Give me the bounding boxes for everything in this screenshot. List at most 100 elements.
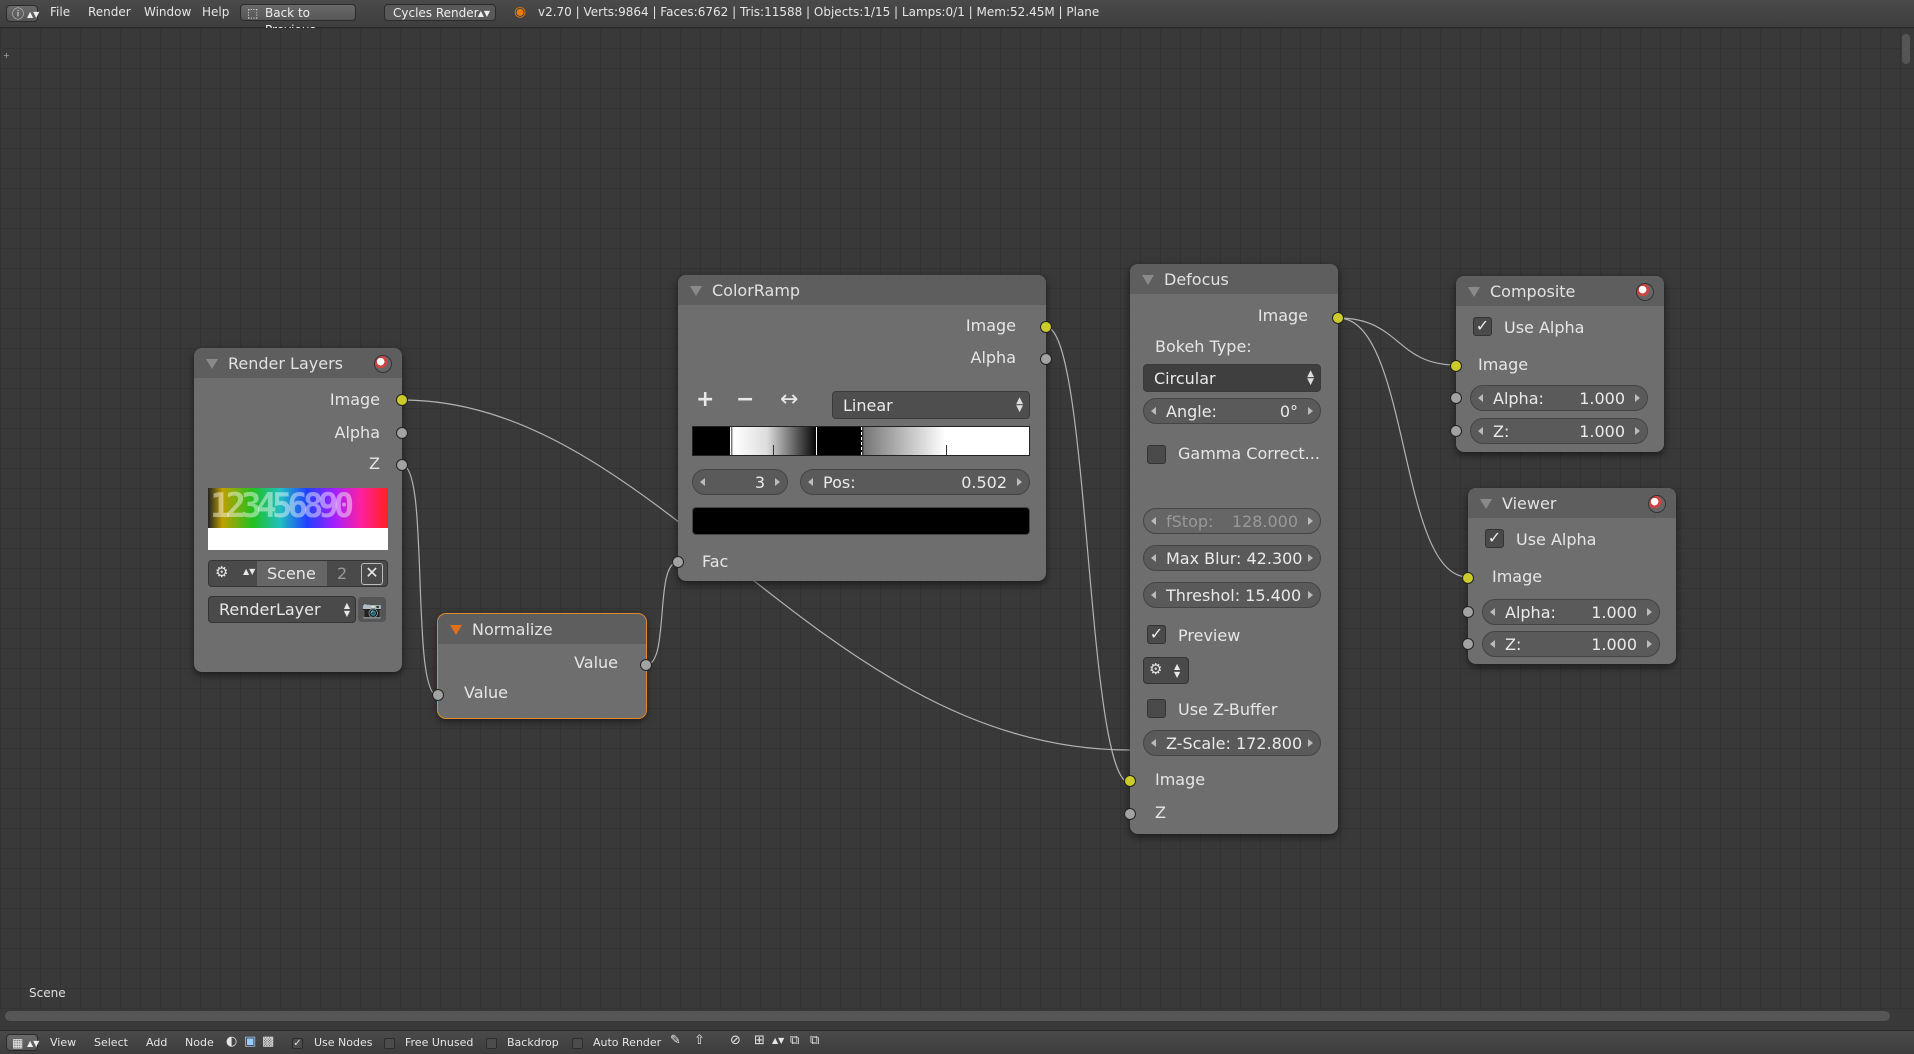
node-header[interactable]: Viewer	[1468, 488, 1676, 518]
increment-icon[interactable]	[1308, 591, 1313, 599]
go-parent-icon[interactable]: ⇧	[694, 1033, 705, 1048]
render-engine-select[interactable]: Cycles Render ▲▼	[384, 4, 496, 21]
decrement-icon[interactable]	[1490, 608, 1495, 616]
stop-color-swatch[interactable]	[692, 507, 1030, 535]
input-image-socket[interactable]	[1450, 360, 1462, 372]
output-image-socket[interactable]	[1040, 321, 1052, 333]
vertical-scrollbar[interactable]	[1902, 34, 1910, 64]
decrement-icon[interactable]	[1151, 554, 1156, 562]
use-alpha-checkbox[interactable]: ✓	[1485, 529, 1504, 548]
auto-render-checkbox[interactable]	[572, 1038, 583, 1049]
input-alpha-socket[interactable]	[1462, 606, 1474, 618]
input-image-socket[interactable]	[1124, 775, 1136, 787]
collapse-icon[interactable]	[690, 286, 702, 296]
increment-icon[interactable]	[1635, 427, 1640, 435]
decrement-icon[interactable]	[1151, 591, 1156, 599]
bokeh-type-select[interactable]: Circular ▲ ▼	[1143, 364, 1321, 392]
threshold-field[interactable]: Threshol: 15.400	[1143, 582, 1321, 608]
collapse-icon[interactable]	[1142, 275, 1154, 285]
preview-checkbox[interactable]: ✓	[1147, 625, 1166, 644]
menu-select[interactable]: Select	[94, 1036, 128, 1049]
snap-element-icon[interactable]: ⊞	[754, 1033, 765, 1048]
output-value-socket[interactable]	[640, 659, 652, 671]
node-header[interactable]: Composite	[1456, 276, 1664, 306]
scene-selector[interactable]: ⚙ ▲▼ Scene 2 ✕	[208, 560, 388, 587]
remove-stop-icon[interactable]: −	[736, 387, 754, 412]
use-zbuffer-checkbox[interactable]	[1147, 699, 1166, 718]
decrement-icon[interactable]	[1151, 517, 1156, 525]
menu-render[interactable]: Render	[88, 5, 131, 19]
menu-add[interactable]: Add	[146, 1036, 167, 1049]
collapse-icon[interactable]	[1480, 499, 1492, 509]
increment-icon[interactable]	[1647, 608, 1652, 616]
decrement-icon[interactable]	[1478, 394, 1483, 402]
color-stop-marker[interactable]	[946, 445, 947, 455]
fstop-field[interactable]: fStop: 128.000	[1143, 508, 1321, 534]
node-header[interactable]: Defocus	[1130, 264, 1338, 294]
use-alpha-checkbox[interactable]: ✓	[1473, 317, 1492, 336]
snap-icon[interactable]: ⊘	[730, 1033, 741, 1048]
render-icon[interactable]	[1636, 283, 1654, 301]
stop-position-field[interactable]: Pos: 0.502	[800, 469, 1030, 495]
collapse-icon[interactable]	[206, 359, 218, 369]
decrement-icon[interactable]	[1151, 407, 1156, 415]
alpha-field[interactable]: Alpha: 1.000	[1470, 385, 1648, 411]
add-stop-icon[interactable]: +	[696, 387, 714, 412]
editor-type-button[interactable]: ▦ ▲▼	[6, 1034, 39, 1051]
viewer-node[interactable]: Viewer ✓ Use Alpha Image Alpha: 1.000 Z:…	[1462, 488, 1676, 664]
node-header[interactable]: Normalize	[438, 614, 646, 644]
editor-type-button[interactable]: ⓘ ▲▼	[6, 5, 39, 22]
active-stop-field[interactable]: 3	[692, 469, 788, 495]
input-fac-socket[interactable]	[672, 556, 684, 568]
copy-nodes-icon[interactable]: ⧉	[790, 1033, 799, 1048]
decrement-icon[interactable]	[700, 478, 705, 486]
menu-node[interactable]: Node	[185, 1036, 214, 1049]
output-alpha-socket[interactable]	[396, 427, 408, 439]
menu-help[interactable]: Help	[202, 5, 229, 19]
input-z-socket[interactable]	[1462, 638, 1474, 650]
increment-icon[interactable]	[775, 478, 780, 486]
gamma-correct-checkbox[interactable]	[1147, 445, 1166, 464]
z-field[interactable]: Z: 1.000	[1470, 418, 1648, 444]
interpolation-select[interactable]: Linear ▲ ▼	[832, 391, 1030, 419]
composite-node[interactable]: Composite ✓ Use Alpha Image Alpha: 1.000…	[1450, 276, 1664, 452]
render-layer-dropdown[interactable]: RenderLayer ▲ ▼	[208, 596, 356, 623]
collapse-icon[interactable]	[1468, 287, 1480, 297]
collapse-icon[interactable]	[450, 625, 462, 635]
max-blur-field[interactable]: Max Blur: 42.300	[1143, 545, 1321, 571]
color-stop-marker[interactable]	[773, 445, 774, 455]
menu-window[interactable]: Window	[144, 5, 191, 19]
increment-icon[interactable]	[1308, 739, 1313, 747]
color-stop-marker[interactable]	[861, 427, 863, 455]
output-alpha-socket[interactable]	[1040, 353, 1052, 365]
decrement-icon[interactable]	[1490, 640, 1495, 648]
paste-nodes-icon[interactable]: ⧉	[810, 1033, 819, 1048]
back-to-previous-button[interactable]: ⬚ Back to Previous	[240, 4, 356, 37]
increment-icon[interactable]	[1017, 478, 1022, 486]
scene-selector-button[interactable]: ⚙ ▲ ▼	[1143, 657, 1189, 684]
compositing-nodes-icon[interactable]: ▣	[244, 1034, 256, 1049]
node-header[interactable]: ColorRamp	[678, 275, 1046, 305]
free-unused-checkbox[interactable]	[384, 1038, 395, 1049]
node-header[interactable]: Render Layers	[194, 348, 402, 378]
color-stop-marker[interactable]	[816, 427, 817, 455]
scene-icon[interactable]: ⚙	[215, 563, 228, 581]
alpha-field[interactable]: Alpha: 1.000	[1482, 599, 1660, 625]
shader-nodes-icon[interactable]: ◐	[226, 1034, 237, 1049]
defocus-node[interactable]: Defocus Image Bokeh Type: Circular ▲ ▼ An…	[1124, 264, 1344, 834]
colorramp-node[interactable]: ColorRamp Image Alpha + − ↔ Linear ▲ ▼ 3 …	[672, 275, 1052, 581]
horizontal-scrollbar[interactable]	[5, 1011, 1890, 1021]
backdrop-checkbox[interactable]	[486, 1038, 497, 1049]
decrement-icon[interactable]	[808, 478, 813, 486]
camera-render-icon[interactable]: 📷	[358, 597, 386, 622]
decrement-icon[interactable]	[1478, 427, 1483, 435]
increment-icon[interactable]	[1308, 407, 1313, 415]
input-alpha-socket[interactable]	[1450, 392, 1462, 404]
output-z-socket[interactable]	[396, 459, 408, 471]
flip-ramp-icon[interactable]: ↔	[780, 387, 798, 412]
use-nodes-checkbox[interactable]: ✓	[292, 1038, 303, 1049]
decrement-icon[interactable]	[1151, 739, 1156, 747]
increment-icon[interactable]	[1647, 640, 1652, 648]
texture-nodes-icon[interactable]: ▩	[262, 1034, 274, 1049]
output-image-socket[interactable]	[1332, 312, 1344, 324]
